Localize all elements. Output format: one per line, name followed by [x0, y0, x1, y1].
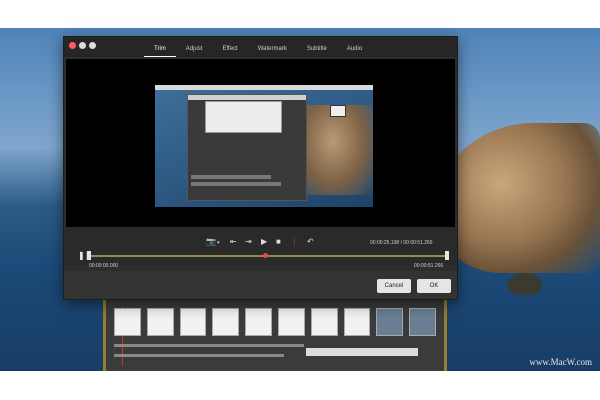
tab-watermark[interactable]: Watermark: [248, 42, 297, 56]
clip-thumbnail[interactable]: [310, 308, 338, 336]
timeline-track: [114, 344, 304, 347]
next-frame-icon[interactable]: ⇥: [245, 237, 252, 246]
thumbnail-strip: [114, 308, 436, 336]
timeline-labels: [306, 348, 418, 356]
current-time-readout: 00:00:25.198 / 00:00:51.266: [370, 240, 433, 246]
clip-thumbnail[interactable]: [212, 308, 240, 336]
playback-controls: [64, 227, 457, 265]
ok-button[interactable]: OK: [417, 279, 451, 293]
play-icon[interactable]: ▶: [261, 237, 267, 246]
maximize-window-button[interactable]: [89, 42, 96, 49]
clip-thumbnail[interactable]: [277, 308, 305, 336]
clip-thumbnail[interactable]: [376, 308, 404, 336]
rotate-icon[interactable]: ↶: [307, 237, 314, 246]
recorded-panel: [330, 105, 346, 117]
playhead-marker[interactable]: [262, 253, 268, 258]
recorded-menubar: [155, 85, 373, 90]
camera-icon[interactable]: 📷: [206, 237, 216, 246]
trim-start-handle[interactable]: [87, 251, 91, 260]
clip-thumbnail[interactable]: [146, 308, 174, 336]
clip-thumbnail[interactable]: [245, 308, 272, 336]
tab-adjust[interactable]: Adjust: [176, 42, 213, 56]
tab-trim[interactable]: Trim: [144, 42, 176, 57]
tab-subtitle[interactable]: Subtitle: [297, 42, 337, 56]
timeline-track: [114, 354, 284, 357]
coastline-cliff: [435, 123, 600, 273]
chevron-down-icon[interactable]: ▾: [217, 240, 220, 246]
recorded-dialog: [205, 101, 282, 133]
trim-end-time: 00:00:51.266: [414, 263, 444, 269]
clip-thumbnail[interactable]: [114, 308, 141, 336]
close-window-button[interactable]: [69, 42, 76, 49]
stop-icon[interactable]: ■: [276, 237, 281, 246]
trim-track[interactable]: [89, 255, 448, 257]
tab-effect[interactable]: Effect: [212, 42, 247, 56]
trim-end-handle[interactable]: [445, 251, 449, 260]
title-bar: Trim Adjust Effect Watermark Subtitle Au…: [64, 37, 457, 57]
clip-thumbnail[interactable]: [409, 308, 436, 336]
tab-audio[interactable]: Audio: [337, 42, 372, 56]
sea-rock: [508, 273, 542, 295]
prev-frame-icon[interactable]: ⇤: [230, 237, 237, 246]
trim-start-time: 00:00:00.000: [89, 263, 119, 269]
site-watermark: www.MacW.com: [529, 357, 592, 367]
background-editor-window: [103, 298, 447, 371]
clip-thumbnail[interactable]: [343, 308, 371, 336]
clip-thumbnail[interactable]: [179, 308, 207, 336]
video-frame: [155, 85, 373, 207]
cancel-button[interactable]: Cancel: [377, 279, 411, 293]
marker-icon[interactable]: │: [292, 237, 297, 246]
minimize-window-button[interactable]: [79, 42, 86, 49]
edit-tabs: Trim Adjust Effect Watermark Subtitle Au…: [144, 42, 372, 57]
edit-dialog: Trim Adjust Effect Watermark Subtitle Au…: [63, 36, 458, 300]
